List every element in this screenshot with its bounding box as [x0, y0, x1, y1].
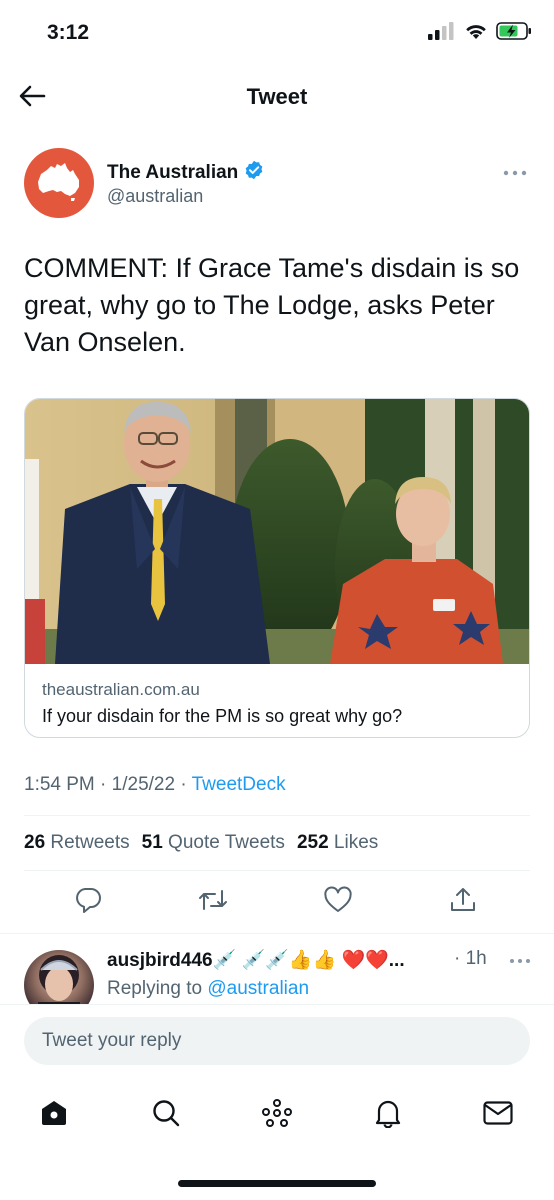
- link-preview-card[interactable]: theaustralian.com.au If your disdain for…: [24, 398, 530, 738]
- divider: [24, 815, 530, 816]
- reply-username[interactable]: ausjbird446💉 💉💉👍👍 ❤️❤️...: [107, 948, 405, 972]
- share-button[interactable]: [443, 882, 483, 922]
- heart-icon: [323, 886, 353, 919]
- tab-search[interactable]: [146, 1095, 186, 1135]
- verified-badge-icon: [244, 160, 264, 186]
- quote-tweets-stat[interactable]: 51 Quote Tweets: [142, 832, 285, 854]
- link-title: If your disdain for the PM is so great w…: [42, 706, 403, 726]
- likes-count: 252: [296, 832, 329, 853]
- bottom-tab-bar: [0, 1090, 554, 1140]
- reply-avatar[interactable]: [24, 950, 94, 1004]
- more-dots-icon: [503, 163, 527, 181]
- reply-tweet[interactable]: ausjbird446💉 💉💉👍👍 ❤️❤️... · 1h Replying …: [0, 934, 554, 1004]
- author-handle[interactable]: @australian: [107, 186, 203, 207]
- tweet-date: 1/25/22: [111, 774, 176, 795]
- reply-icon: [74, 886, 102, 919]
- reply-username-emoji: 💉 💉💉👍👍 ❤️❤️...: [212, 950, 405, 971]
- tweet-text: COMMENT: If Grace Tame's disdain is so g…: [24, 253, 520, 357]
- home-indicator: [178, 1180, 376, 1187]
- likes-label: Likes: [333, 832, 379, 853]
- top-navigation: Tweet: [0, 72, 554, 124]
- retweets-label: Retweets: [50, 832, 130, 853]
- australia-map-logo-icon: [35, 160, 83, 207]
- battery-charging-icon: [496, 22, 532, 45]
- spaces-icon: [260, 1098, 294, 1133]
- tweet-stats: 26 Retweets 51 Quote Tweets 252 Likes: [24, 832, 378, 854]
- quote-tweets-label: Quote Tweets: [168, 832, 285, 853]
- divider: [0, 1004, 554, 1005]
- cellular-signal-icon: [428, 22, 456, 45]
- status-time: 3:12: [47, 21, 90, 44]
- home-icon: [39, 1098, 69, 1133]
- status-icons: [428, 22, 532, 45]
- retweet-icon: [197, 887, 229, 918]
- tweet-actions: [0, 882, 554, 922]
- more-dots-icon: [509, 951, 531, 969]
- author-name-text: The Australian: [107, 162, 239, 183]
- reply-more-button[interactable]: [508, 954, 532, 966]
- tab-notifications[interactable]: [368, 1095, 408, 1135]
- divider: [24, 870, 530, 871]
- tab-messages[interactable]: [478, 1095, 518, 1135]
- quote-tweets-count: 51: [141, 832, 163, 853]
- replying-to-label: Replying to: [107, 978, 203, 999]
- like-button[interactable]: [318, 882, 358, 922]
- likes-stat[interactable]: 252 Likes: [297, 832, 378, 854]
- retweet-button[interactable]: [193, 882, 233, 922]
- reply-username-text: ausjbird446: [107, 950, 213, 971]
- reply-input[interactable]: Tweet your reply: [24, 1017, 530, 1065]
- page-title: Tweet: [246, 84, 308, 109]
- author-name[interactable]: The Australian: [107, 160, 264, 186]
- tab-spaces[interactable]: [257, 1095, 297, 1135]
- wifi-icon: [464, 22, 488, 45]
- tweet-source-link[interactable]: TweetDeck: [192, 774, 286, 795]
- status-bar: 3:12: [0, 0, 554, 66]
- share-icon: [449, 886, 477, 919]
- replying-to: Replying to @australian: [107, 978, 309, 1000]
- tweet-timestamp: 1:54 PM · 1/25/22 · TweetDeck: [24, 774, 286, 795]
- retweets-stat[interactable]: 26 Retweets: [24, 832, 130, 854]
- link-domain: theaustralian.com.au: [42, 680, 200, 699]
- search-icon: [151, 1098, 181, 1133]
- reply-button[interactable]: [68, 882, 108, 922]
- author-avatar[interactable]: [24, 148, 94, 218]
- link-preview-image: [25, 399, 529, 664]
- reply-age-value: 1h: [465, 948, 487, 969]
- replying-to-handle[interactable]: @australian: [207, 978, 309, 999]
- tweet-time: 1:54 PM: [24, 774, 95, 795]
- tweet-author: The Australian @australian: [24, 148, 530, 220]
- reply-input-placeholder: Tweet your reply: [42, 1030, 182, 1051]
- more-options-button[interactable]: [500, 162, 530, 182]
- envelope-icon: [482, 1099, 514, 1132]
- reply-age: · 1h: [454, 948, 487, 969]
- tab-home[interactable]: [34, 1095, 74, 1135]
- bell-icon: [373, 1098, 403, 1133]
- retweets-count: 26: [24, 832, 46, 853]
